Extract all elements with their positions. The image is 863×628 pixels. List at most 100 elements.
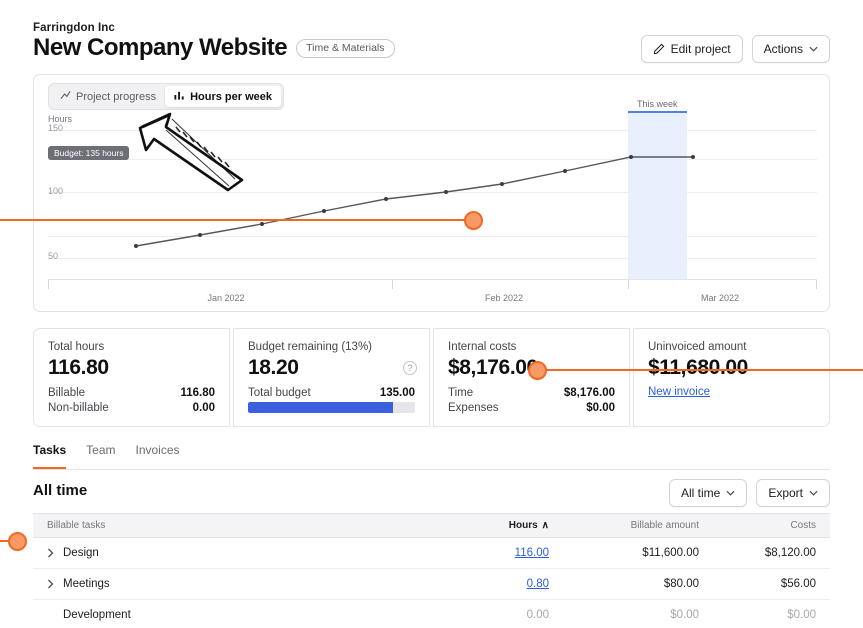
tab-project-progress[interactable]: Project progress (51, 86, 165, 107)
time-filter-label: All time (680, 486, 721, 500)
chevron-down-icon (726, 490, 735, 496)
card-row: Total budget 135.00 (248, 387, 415, 399)
help-icon[interactable]: ? (403, 361, 417, 375)
project-type-badge: Time & Materials (296, 38, 395, 58)
chevron-right-icon[interactable] (47, 579, 54, 589)
sort-ascending-icon: ∧ (541, 520, 549, 531)
card-uninvoiced-amount: Uninvoiced amount $11,680.00 New invoice (633, 328, 830, 427)
chart-view-toggle: Project progress Hours per week (48, 83, 285, 110)
row-value: $0.00 (586, 402, 615, 414)
th-costs[interactable]: Costs (713, 520, 830, 531)
card-budget-remaining: Budget remaining (13%) 18.20 ? Total bud… (233, 328, 430, 427)
tab-hours-per-week-label: Hours per week (190, 90, 273, 103)
th-hours[interactable]: Hours ∧ (433, 520, 563, 531)
tab-hours-per-week[interactable]: Hours per week (165, 86, 282, 107)
row-key: Expenses (448, 402, 499, 414)
table-row[interactable]: Development 0.00 $0.00 $0.00 (33, 600, 830, 628)
billable-amount: $80.00 (663, 578, 699, 590)
hours-chart: Hours 150 100 50 Budget: 135 hours This … (34, 99, 831, 313)
tab-project-progress-label: Project progress (76, 90, 157, 103)
card-row: Billable 116.80 (48, 387, 215, 399)
title-row: New Company Website Time & Materials (33, 34, 395, 62)
export-button[interactable]: Export (756, 479, 830, 507)
hours-link[interactable]: 116.00 (515, 547, 549, 559)
annotation-dot-table (8, 532, 27, 551)
table-actions: All time Export (668, 479, 830, 507)
section-heading: All time (33, 482, 88, 499)
card-row: Time $8,176.00 (448, 387, 615, 399)
chevron-down-icon (809, 490, 818, 496)
xtick-feb: Feb 2022 (484, 293, 524, 303)
data-point (322, 209, 326, 213)
table-row[interactable]: Design 116.00 $11,600.00 $8,120.00 (33, 538, 830, 569)
line-chart-icon (60, 90, 71, 103)
section-tabs: Tasks Team Invoices (33, 443, 830, 469)
hours-link[interactable]: 0.80 (527, 578, 549, 590)
this-week-label: This week (637, 99, 678, 109)
page-header: Farringdon Inc New Company Website Time … (0, 0, 863, 74)
budget-progress-fill (248, 402, 394, 413)
row-key: Time (448, 387, 474, 399)
card-value: 18.20 (248, 356, 299, 379)
card-total-hours: Total hours 116.80 Billable 116.80 Non-b… (33, 328, 230, 427)
time-filter-button[interactable]: All time (668, 479, 748, 507)
project-detail-page: Farringdon Inc New Company Website Time … (0, 0, 863, 628)
actions-button[interactable]: Actions (751, 35, 830, 63)
chevron-down-icon (809, 46, 818, 52)
card-label: Uninvoiced amount (648, 341, 747, 353)
data-point (260, 222, 264, 226)
tab-tasks[interactable]: Tasks (33, 443, 67, 469)
table-row[interactable]: Meetings 0.80 $80.00 $56.00 (33, 569, 830, 600)
data-point (563, 169, 567, 173)
table-header-row: Billable tasks Hours ∧ Billable amount Co… (33, 513, 830, 538)
header-actions: Edit project Actions (640, 35, 830, 63)
costs-amount: $56.00 (780, 578, 816, 590)
new-invoice-link[interactable]: New invoice (648, 386, 710, 398)
hours-line-series (135, 156, 693, 247)
tab-invoices[interactable]: Invoices (135, 443, 179, 469)
data-point (629, 155, 633, 159)
task-name: Design (63, 547, 99, 559)
edit-project-button[interactable]: Edit project (640, 35, 743, 63)
page-title: New Company Website (33, 34, 288, 61)
bar-chart-icon (174, 90, 185, 103)
card-internal-costs: Internal costs $8,176.00 Time $8,176.00 … (433, 328, 630, 427)
client-name: Farringdon Inc (33, 22, 115, 34)
card-label: Budget remaining (13%) (248, 341, 373, 353)
data-point (444, 190, 448, 194)
hours-value: 0.00 (526, 609, 549, 621)
card-row: Expenses $0.00 (448, 402, 615, 414)
row-key: Billable (48, 387, 86, 399)
row-value: 0.00 (192, 402, 215, 414)
row-value: 116.80 (180, 387, 215, 399)
edit-project-label: Edit project (670, 42, 731, 56)
row-key: Total budget (248, 387, 311, 399)
data-point (198, 233, 202, 237)
xtick-jan: Jan 2022 (207, 293, 245, 303)
tabs-divider (33, 469, 830, 470)
data-point (691, 155, 695, 159)
costs-amount: $0.00 (787, 609, 816, 621)
tab-team[interactable]: Team (86, 443, 115, 469)
budget-progress-bar (248, 402, 415, 413)
th-hours-label: Hours (508, 520, 538, 531)
export-label: Export (768, 486, 803, 500)
card-row: Non-billable 0.00 (48, 402, 215, 414)
chart-card: Project progress Hours per week Hours 15… (33, 74, 830, 312)
actions-label: Actions (763, 42, 803, 56)
th-billable-amount[interactable]: Billable amount (563, 520, 713, 531)
chevron-right-icon[interactable] (47, 548, 54, 558)
xtick-mar: Mar 2022 (700, 293, 740, 303)
data-point (384, 197, 388, 201)
row-key: Non-billable (48, 402, 109, 414)
data-point (500, 182, 504, 186)
row-value: $8,176.00 (563, 387, 615, 399)
task-name: Meetings (63, 578, 110, 590)
summary-cards: Total hours 116.80 Billable 116.80 Non-b… (33, 328, 830, 427)
billable-amount: $11,600.00 (642, 547, 699, 559)
card-label: Total hours (48, 341, 105, 353)
th-billable-tasks[interactable]: Billable tasks (33, 520, 433, 531)
chart-x-axis: Jan 2022 Feb 2022 Mar 2022 (48, 279, 817, 313)
card-value: $11,680.00 (648, 356, 748, 379)
tasks-table: Billable tasks Hours ∧ Billable amount Co… (33, 513, 830, 628)
